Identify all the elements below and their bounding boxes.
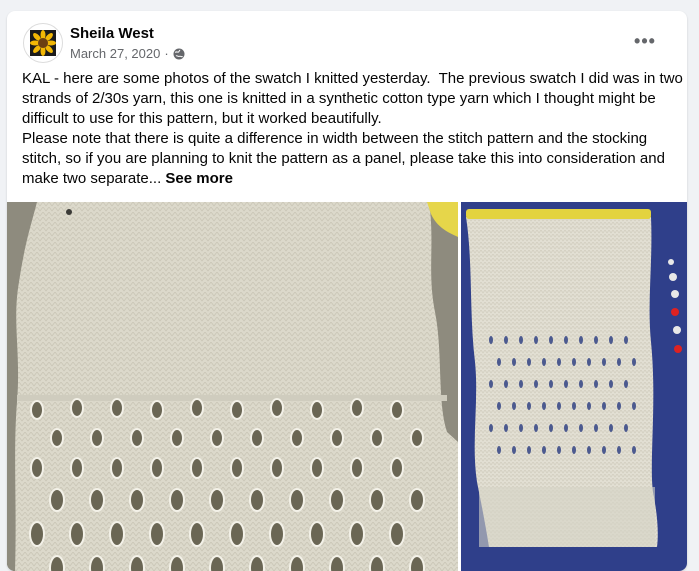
swatch-closeup-photo[interactable] — [7, 202, 458, 571]
author-name[interactable]: Sheila West — [70, 25, 154, 42]
post-card: Sheila West March 27, 2020 · ••• KAL - h… — [7, 11, 687, 571]
sunflower-avatar-image — [30, 30, 56, 56]
post-body-text: KAL - here are some photos of the swatch… — [22, 70, 683, 187]
author-avatar[interactable] — [23, 23, 63, 63]
meta-separator: · — [164, 46, 169, 61]
globe-icon — [173, 48, 185, 60]
post-header: Sheila West March 27, 2020 · ••• — [7, 11, 687, 67]
photo-grid — [7, 202, 687, 571]
more-options-icon[interactable]: ••• — [627, 29, 663, 53]
see-more-link[interactable]: See more — [165, 170, 233, 187]
post-message: KAL - here are some photos of the swatch… — [22, 69, 684, 189]
post-date[interactable]: March 27, 2020 — [70, 46, 160, 61]
post-meta: March 27, 2020 · — [70, 46, 185, 61]
swatch-full-photo[interactable] — [461, 202, 687, 571]
